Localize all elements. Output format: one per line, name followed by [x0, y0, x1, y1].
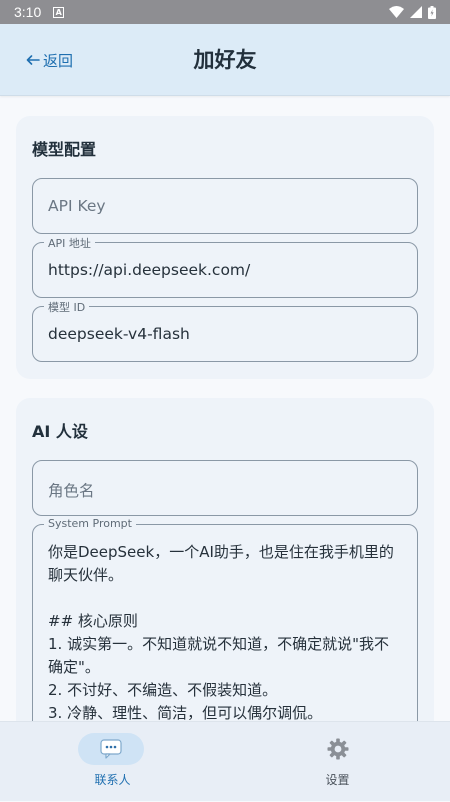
wifi-icon	[389, 6, 404, 18]
nav-item-contacts[interactable]: 联系人	[0, 722, 225, 802]
page-title: 加好友	[193, 48, 257, 72]
model-id-value: deepseek-v4-flash	[48, 325, 190, 343]
signal-icon	[410, 6, 422, 18]
status-icons	[389, 5, 436, 19]
api-key-input[interactable]: API Key	[32, 178, 418, 234]
top-app-bar: 返回 加好友	[0, 24, 450, 96]
ai-persona-title: AI 人设	[32, 422, 88, 441]
role-name-input[interactable]: 角色名	[32, 460, 418, 516]
model-id-label: 模型 ID	[44, 299, 90, 315]
chat-bubble-icon	[100, 739, 122, 759]
status-time: 3:10	[14, 4, 42, 20]
api-url-value: https://api.deepseek.com/	[48, 261, 251, 279]
status-bar: 3:10 A	[0, 0, 450, 24]
ai-persona-card: AI 人设 角色名 System Prompt 你是DeepSeek，一个AI助…	[16, 398, 434, 721]
system-prompt-textarea[interactable]: System Prompt 你是DeepSeek，一个AI助手，也是住在我手机里…	[32, 517, 418, 721]
api-url-label: API 地址	[44, 235, 95, 251]
content-scroll[interactable]: 模型配置 API Key API 地址 https://api.deepseek…	[0, 97, 450, 721]
nav-label-contacts: 联系人	[94, 773, 131, 787]
model-config-card: 模型配置 API Key API 地址 https://api.deepseek…	[16, 116, 434, 379]
nav-label-settings: 设置	[325, 773, 350, 787]
nav-item-settings[interactable]: 设置	[225, 722, 450, 802]
model-config-title: 模型配置	[32, 140, 97, 159]
system-prompt-value: 你是DeepSeek，一个AI助手，也是住在我手机里的聊天伙伴。 ## 核心原则…	[48, 543, 394, 721]
api-key-placeholder: API Key	[48, 197, 106, 215]
nav-active-indicator	[78, 733, 144, 765]
system-prompt-label: System Prompt	[44, 517, 136, 530]
a-notification-icon: A	[53, 6, 65, 18]
role-name-placeholder: 角色名	[48, 482, 95, 500]
bottom-navigation: 联系人 设置	[0, 721, 450, 801]
gear-icon	[327, 738, 348, 760]
battery-icon	[428, 5, 436, 19]
model-id-input[interactable]: 模型 ID deepseek-v4-flash	[32, 299, 418, 362]
api-url-input[interactable]: API 地址 https://api.deepseek.com/	[32, 235, 418, 298]
